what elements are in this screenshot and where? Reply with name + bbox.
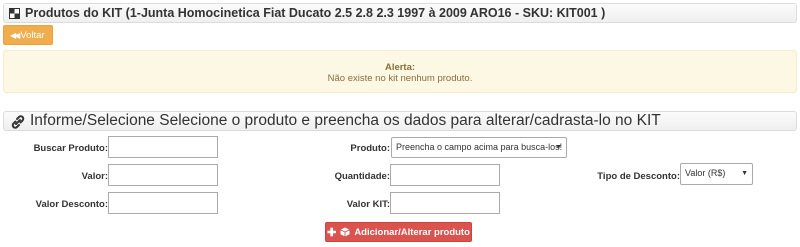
alert-message: Não existe no kit nenhum produto. xyxy=(327,73,473,84)
voltar-button-label: Voltar xyxy=(20,29,45,41)
alert-title: Alerta: xyxy=(384,62,416,73)
cube-icon xyxy=(340,227,351,237)
kit-title-bar: Produtos do KIT (1-Junta Homocinetica Fi… xyxy=(3,3,797,23)
valor-kit-label: Valor KIT: xyxy=(346,199,390,210)
form-title: Informe/Selecione Selecione o produto e … xyxy=(30,112,661,129)
window-icon xyxy=(9,8,20,19)
add-alter-product-button[interactable]: ✚ Adicionar/Alterar produto xyxy=(325,222,472,242)
produto-label: Produto: xyxy=(350,143,390,154)
page-title: Produtos do KIT (1-Junta Homocinetica Fi… xyxy=(25,6,606,20)
tipo-desconto-select-value: Valor (R$) xyxy=(685,168,726,178)
plus-icon: ✚ xyxy=(327,226,337,239)
tipo-desconto-select[interactable]: Valor (R$) ▼ xyxy=(680,163,753,185)
quantidade-input[interactable] xyxy=(390,164,500,186)
quantidade-label: Quantidade: xyxy=(334,171,390,182)
valor-kit-input[interactable] xyxy=(390,192,500,214)
form-title-bar: Informe/Selecione Selecione o produto e … xyxy=(3,111,797,131)
link-icon xyxy=(11,115,25,129)
produto-select[interactable]: Preencha o campo acima para busca-los! ▼ xyxy=(391,137,567,158)
voltar-button[interactable]: ◀◀ Voltar xyxy=(3,25,53,45)
buscar-produto-label: Buscar Produto: xyxy=(33,143,108,154)
valor-desconto-label: Valor Desconto: xyxy=(35,199,108,210)
tipo-desconto-label: Tipo de Desconto: xyxy=(597,171,680,182)
alert-box: Alerta: Não existe no kit nenhum produto… xyxy=(3,50,797,93)
produto-select-value: Preencha o campo acima para busca-los! xyxy=(396,142,563,152)
chevron-down-icon: ▼ xyxy=(555,144,562,151)
add-alter-product-label: Adicionar/Alterar produto xyxy=(354,226,470,238)
buscar-produto-input[interactable] xyxy=(108,136,218,158)
chevron-down-icon: ▼ xyxy=(741,170,748,177)
valor-label: Valor: xyxy=(81,171,108,182)
valor-desconto-input[interactable] xyxy=(108,192,218,214)
valor-input[interactable] xyxy=(108,164,218,186)
double-chevron-left-icon: ◀◀ xyxy=(10,30,20,40)
